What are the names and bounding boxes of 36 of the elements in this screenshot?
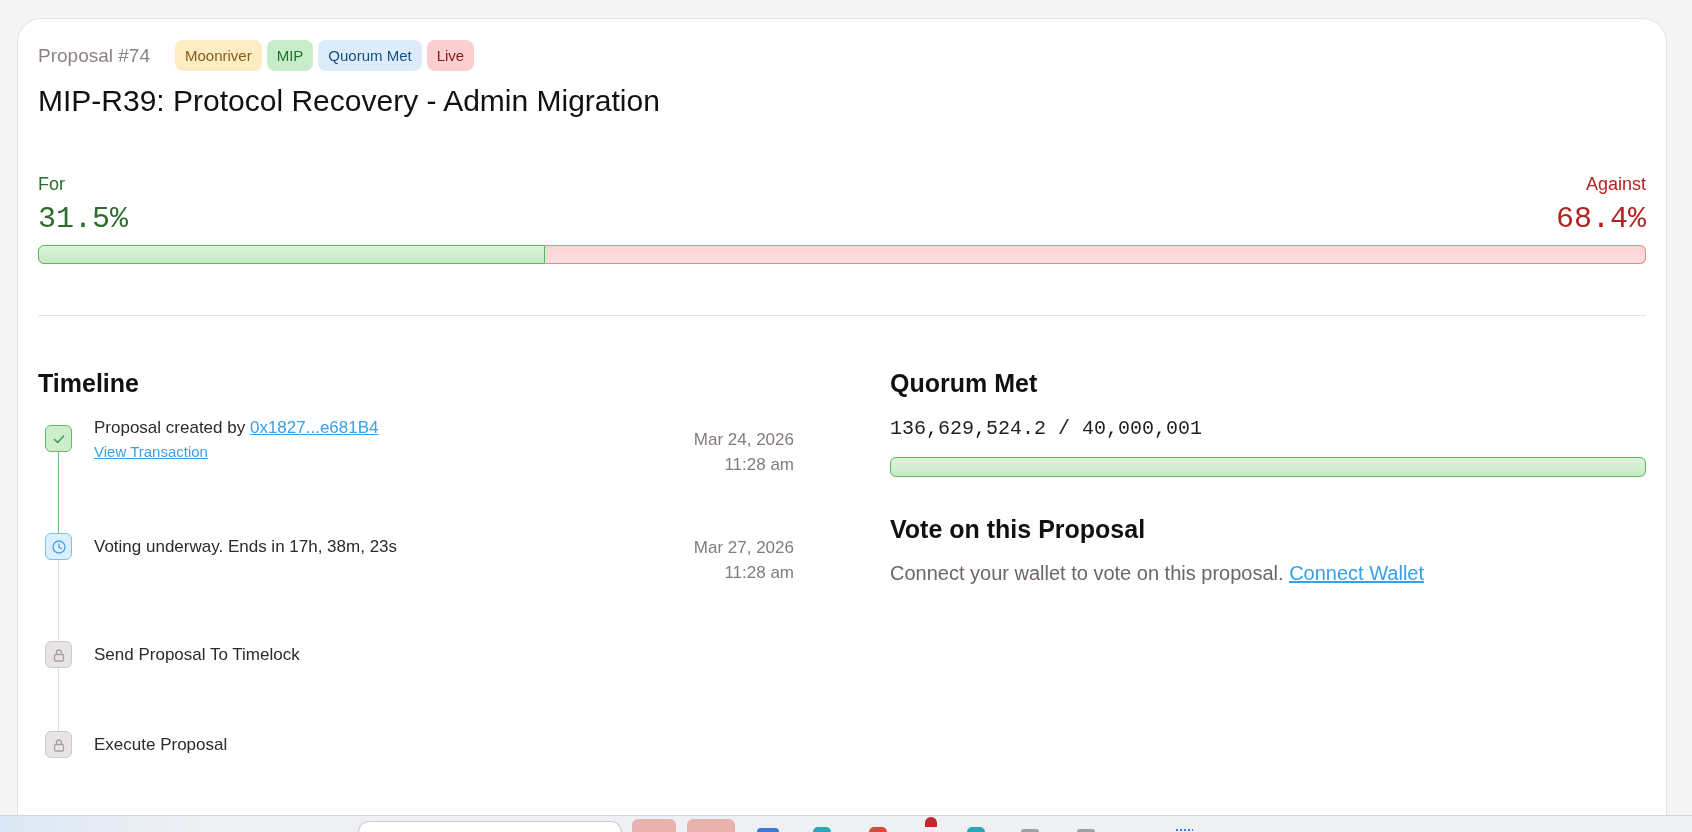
- step-text: Send Proposal To Timelock: [94, 643, 300, 666]
- timeline-heading: Timeline: [38, 368, 140, 399]
- address-link[interactable]: 0x1827...e681B4: [249, 417, 379, 437]
- app-icon[interactable]: [757, 828, 779, 832]
- step-time: 11:28 am: [724, 454, 794, 476]
- app-icon[interactable]: [1077, 829, 1095, 832]
- connect-wallet-link[interactable]: Connect Wallet: [1289, 562, 1424, 584]
- proposal-title: MIP-R39: Protocol Recovery - Admin Migration: [38, 83, 661, 119]
- against-percent: 68.4%: [1556, 201, 1646, 237]
- for-label: For: [38, 173, 65, 196]
- quorum-heading: Quorum Met: [890, 368, 1039, 399]
- tag-badge: Moonriver: [174, 40, 262, 71]
- step-time: 11:28 am: [724, 562, 794, 584]
- app-icon[interactable]: [813, 827, 831, 832]
- search-field[interactable]: [358, 821, 622, 832]
- app-icon[interactable]: [1021, 829, 1039, 832]
- app-icon[interactable]: [967, 827, 985, 832]
- for-percent: 31.5%: [38, 201, 128, 237]
- step-text: Proposal created by 0x1827...e681B4: [94, 416, 379, 439]
- transaction-link[interactable]: View Transaction: [94, 441, 208, 462]
- app-icon[interactable]: [869, 827, 887, 832]
- tag-badge: Live: [426, 40, 475, 71]
- vote-heading: Vote on this Proposal: [890, 514, 1147, 545]
- against-label: Against: [1585, 173, 1646, 196]
- check-icon: [45, 425, 72, 452]
- step-text: Execute Proposal: [94, 733, 228, 756]
- proposal-number: Proposal #74: [38, 43, 150, 68]
- tag-badge: MIP: [266, 40, 314, 71]
- step-date: Mar 24, 2026: [693, 429, 794, 451]
- vote-prompt: Connect your wallet to vote on this proposal. Connect Wallet: [890, 561, 1425, 586]
- clock-icon: [45, 533, 72, 560]
- step-text: Voting underway. Ends in 17h, 38m, 23s: [94, 535, 398, 558]
- tag-badge: Quorum Met: [318, 40, 422, 71]
- quorum-reading: 136,629,524.2 / 40,000,001: [890, 416, 1204, 442]
- step-date: Mar 27, 2026: [693, 537, 794, 559]
- app-icon[interactable]: [1175, 828, 1193, 832]
